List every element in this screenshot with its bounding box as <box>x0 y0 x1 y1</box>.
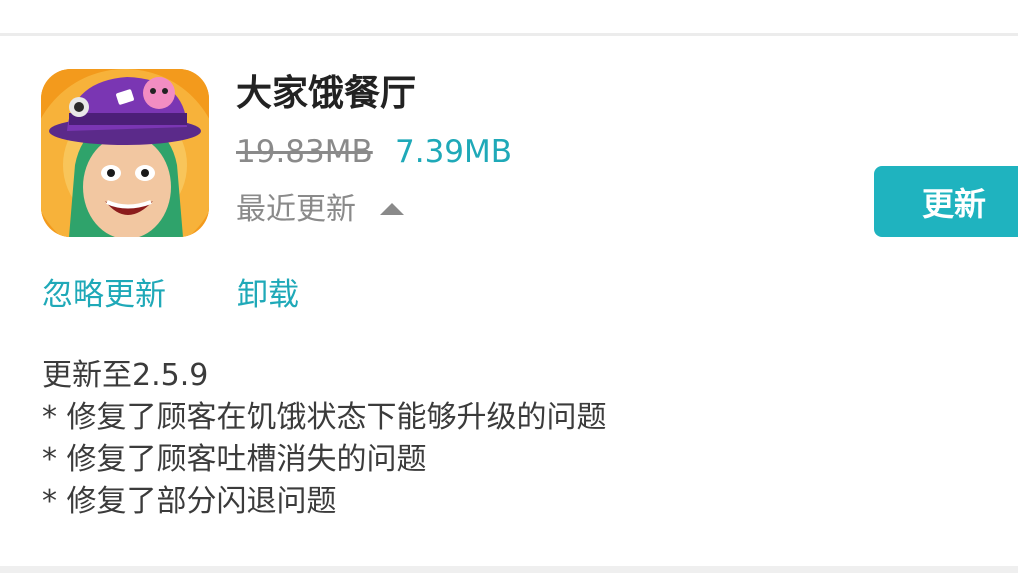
recent-update-toggle[interactable]: 最近更新 <box>236 190 404 230</box>
release-notes: 更新至2.5.9 * 修复了顾客在饥饿状态下能够升级的问题 * 修复了顾客吐槽消… <box>42 355 607 523</box>
uninstall-link[interactable]: 卸载 <box>237 275 299 315</box>
new-size: 7.39MB <box>395 134 513 170</box>
release-note-item: * 修复了部分闪退问题 <box>42 484 337 519</box>
old-size: 19.83MB <box>236 134 373 170</box>
top-divider <box>0 33 1018 36</box>
recent-update-label: 最近更新 <box>236 192 356 227</box>
app-icon[interactable] <box>41 69 209 237</box>
bottom-divider <box>0 566 1018 573</box>
ignore-update-link[interactable]: 忽略更新 <box>42 275 166 315</box>
chef-character-icon <box>41 69 209 237</box>
update-button[interactable]: 更新 <box>874 166 1018 237</box>
app-name: 大家饿餐厅 <box>236 73 417 114</box>
caret-up-icon <box>380 203 404 215</box>
release-version-line: 更新至2.5.9 <box>42 358 209 393</box>
update-button-label: 更新 <box>922 184 987 223</box>
release-note-item: * 修复了顾客吐槽消失的问题 <box>42 442 427 477</box>
release-note-item: * 修复了顾客在饥饿状态下能够升级的问题 <box>42 400 607 435</box>
